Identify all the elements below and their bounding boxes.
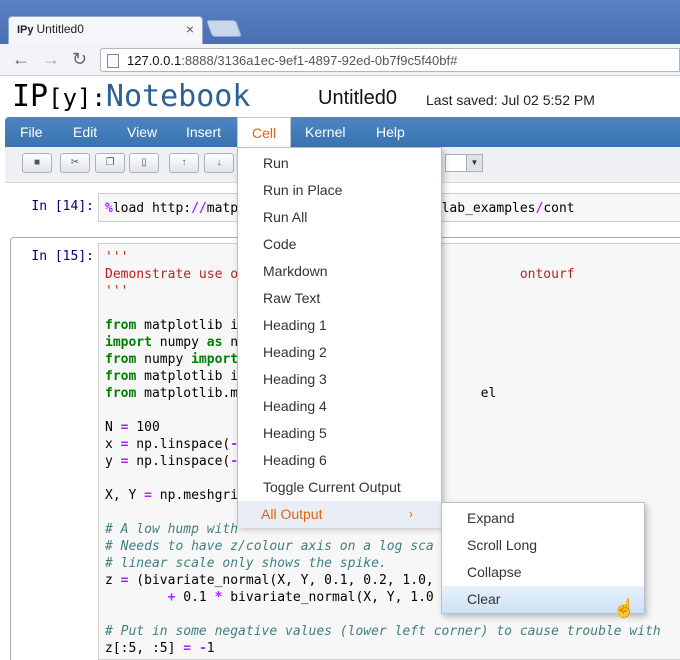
menu-file[interactable]: File — [20, 117, 43, 147]
menu-help[interactable]: Help — [376, 117, 405, 147]
address-bar[interactable]: 127.0.0.1:8888/3136a1ec-9ef1-4897-92ed-0… — [100, 48, 680, 72]
logo-ip: IP — [12, 79, 49, 114]
ipython-favicon-icon: IPy — [17, 24, 34, 36]
browser-tabstrip: IPy Untitled0 × — [0, 0, 680, 44]
new-tab-button[interactable] — [205, 20, 243, 37]
menu-item-heading-3[interactable]: Heading 3 — [238, 366, 441, 393]
menu-item-toggle-current-output[interactable]: Toggle Current Output — [238, 474, 441, 501]
submenu-item-collapse[interactable]: Collapse — [442, 559, 644, 586]
menu-item-heading-5[interactable]: Heading 5 — [238, 420, 441, 447]
copy-icon[interactable]: ❐ — [95, 153, 125, 173]
page-icon — [107, 54, 119, 68]
url-host: 127.0.0.1 — [127, 53, 182, 68]
menu-insert[interactable]: Insert — [186, 117, 221, 147]
menu-item-heading-6[interactable]: Heading 6 — [238, 447, 441, 474]
close-tab-icon[interactable]: × — [186, 21, 194, 37]
last-saved: Last saved: Jul 02 5:52 PM — [426, 92, 595, 108]
menu-item-heading-1[interactable]: Heading 1 — [238, 312, 441, 339]
menu-item-run-in-place[interactable]: Run in Place — [238, 177, 441, 204]
chevron-right-icon: › — [409, 507, 413, 521]
menu-item-heading-2[interactable]: Heading 2 — [238, 339, 441, 366]
menu-kernel[interactable]: Kernel — [305, 117, 345, 147]
menu-item-heading-4[interactable]: Heading 4 — [238, 393, 441, 420]
move-down-icon[interactable]: ↓ — [204, 153, 234, 173]
menu-item-run-all[interactable]: Run All — [238, 204, 441, 231]
notebook-header: IP[y]:Notebook Untitled0 Last saved: Jul… — [0, 77, 680, 117]
menu-edit[interactable]: Edit — [73, 117, 97, 147]
menu-item-all-output[interactable]: All Output › — [238, 501, 441, 528]
forward-arrow-icon[interactable]: → — [42, 50, 60, 68]
cell-dropdown-menu: Run Run in Place Run All Code Markdown R… — [237, 147, 442, 528]
input-prompt: In [15]: — [31, 249, 94, 264]
paste-icon[interactable]: ▯ — [129, 153, 159, 173]
logo-y: [y]: — [48, 84, 106, 112]
submenu-item-scroll-long[interactable]: Scroll Long — [442, 532, 644, 559]
tab-title: Untitled0 — [36, 22, 84, 36]
ipython-logo: IP[y]:Notebook — [12, 79, 250, 114]
menu-item-markdown[interactable]: Markdown — [238, 258, 441, 285]
move-up-icon[interactable]: ↑ — [169, 153, 199, 173]
chevron-down-icon: ▼ — [466, 155, 482, 171]
browser-tab[interactable]: IPy Untitled0 × — [8, 16, 203, 44]
cell-type-select[interactable]: ▼ — [445, 154, 483, 172]
back-arrow-icon[interactable]: ← — [12, 50, 30, 68]
cut-icon[interactable]: ✂ — [60, 153, 90, 173]
logo-notebook: Notebook — [105, 79, 251, 114]
menu-item-run[interactable]: Run — [238, 150, 441, 177]
url-path: :8888/3136a1ec-9ef1-4897-92ed-0b7f9c5f40… — [181, 53, 458, 68]
hand-cursor-icon: ☝ — [613, 598, 636, 618]
notebook-name[interactable]: Untitled0 — [318, 87, 397, 110]
submenu-item-expand[interactable]: Expand — [442, 505, 644, 532]
menu-view[interactable]: View — [127, 117, 157, 147]
menu-item-code[interactable]: Code — [238, 231, 441, 258]
notebook-menubar: File Edit View Insert Cell Kernel Help — [5, 117, 680, 147]
input-prompt: In [14]: — [31, 199, 94, 214]
menu-item-raw-text[interactable]: Raw Text — [238, 285, 441, 312]
browser-toolbar: ← → ↻ 127.0.0.1:8888/3136a1ec-9ef1-4897-… — [0, 44, 680, 76]
save-icon[interactable]: ■ — [22, 153, 52, 173]
all-output-label: All Output — [261, 506, 323, 522]
reload-icon[interactable]: ↻ — [72, 50, 87, 68]
menu-cell[interactable]: Cell — [237, 117, 292, 147]
